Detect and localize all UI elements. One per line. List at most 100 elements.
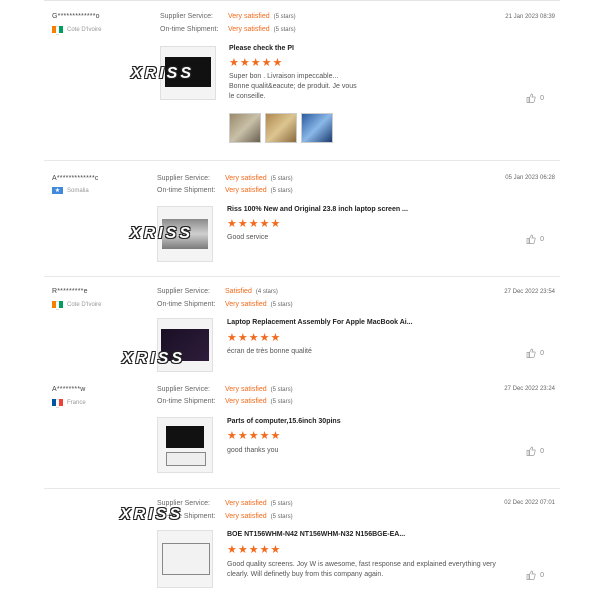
thumbs-up-icon — [526, 348, 536, 358]
supplier-service-rating: Supplier Service: Satisfied (4 stars) — [157, 288, 278, 295]
thumbs-up-icon — [526, 446, 536, 456]
rating-stars: ★★★★★ — [227, 544, 282, 556]
supplier-service-stars: (4 stars) — [255, 289, 278, 295]
supplier-service-label: Supplier Service: — [157, 175, 210, 182]
flag-icon: ★ — [52, 187, 63, 194]
thumbs-up-icon — [526, 93, 536, 103]
product-title[interactable]: BOE NT156WHM-N42 NT156WHM-N32 N156BGE-EA… — [227, 531, 405, 538]
supplier-service-label: Supplier Service: — [157, 288, 210, 295]
watermark: XRISS — [130, 225, 194, 242]
supplier-service-value: Very satisfied — [225, 386, 267, 393]
supplier-service-rating: Supplier Service: Very satisfied (5 stars) — [157, 386, 293, 393]
ontime-shipment-label: On-time Shipment: — [157, 187, 216, 194]
reviewer-name: A*************c — [52, 175, 99, 182]
supplier-service-stars: (5 stars) — [270, 501, 293, 507]
supplier-service-stars: (5 stars) — [270, 387, 293, 393]
ontime-shipment-stars: (5 stars) — [270, 399, 293, 405]
laptop-screen-image — [162, 543, 210, 575]
laptop-screen-back — [166, 452, 206, 466]
supplier-service-value: Very satisfied — [225, 500, 267, 507]
watermark: XRISS — [131, 65, 195, 82]
like-button[interactable]: 0 — [526, 348, 544, 358]
supplier-service-label: Supplier Service: — [157, 386, 210, 393]
ontime-shipment-stars: (5 stars) — [270, 188, 293, 194]
ontime-shipment-value: Very satisfied — [225, 513, 267, 520]
reviewer-country: France — [52, 399, 86, 408]
laptop-screen-image — [166, 426, 204, 448]
like-count: 0 — [540, 447, 544, 455]
ontime-shipment-stars: (5 stars) — [270, 302, 293, 308]
supplier-service-value: Very satisfied — [225, 175, 267, 182]
ontime-shipment-value: Very satisfied — [225, 301, 267, 308]
like-button[interactable]: 0 — [526, 234, 544, 244]
ontime-shipment-stars: (5 stars) — [270, 514, 293, 520]
country-name: Somalia — [67, 187, 89, 194]
ontime-shipment-label: On-time Shipment: — [157, 301, 216, 308]
product-image[interactable] — [157, 417, 213, 473]
watermark: XRISS — [120, 506, 184, 523]
ontime-shipment-value: Very satisfied — [225, 187, 267, 194]
rating-stars: ★★★★★ — [227, 332, 282, 344]
review-text: Super bon . Livraison impeccable... Bonn… — [229, 73, 357, 100]
country-name: Cote D'Ivoire — [67, 26, 102, 33]
thumbs-up-icon — [526, 234, 536, 244]
supplier-service-stars: (5 stars) — [273, 14, 296, 20]
review-text: Good quality screens. Joy W is awesome, … — [227, 561, 496, 578]
watermark: XRISS — [122, 350, 186, 367]
review-photo[interactable] — [301, 113, 333, 143]
country-name: France — [67, 399, 86, 406]
thumbs-up-icon — [526, 570, 536, 580]
like-button[interactable]: 0 — [526, 93, 544, 103]
flag-icon — [52, 399, 64, 408]
ontime-shipment-stars: (5 stars) — [273, 27, 296, 33]
flag-icon — [52, 301, 64, 310]
reviewer-name: G*************o — [52, 13, 100, 20]
ontime-shipment-rating: On-time Shipment: Very satisfied (5 stars) — [157, 187, 293, 194]
ontime-shipment-rating: On-time Shipment: Very satisfied (5 stars) — [157, 301, 293, 308]
product-image[interactable] — [157, 530, 213, 588]
ontime-shipment-value: Very satisfied — [228, 26, 270, 33]
rating-stars: ★★★★★ — [227, 430, 282, 442]
top-divider — [44, 0, 560, 1]
ontime-shipment-rating: On-time Shipment: Very satisfied (5 stars) — [157, 398, 293, 405]
review-divider — [44, 276, 560, 277]
supplier-service-rating: Supplier Service: Very satisfied (5 stars) — [160, 13, 296, 20]
country-name: Cote D'Ivoire — [67, 301, 102, 308]
supplier-service-label: Supplier Service: — [160, 13, 213, 20]
ontime-shipment-label: On-time Shipment: — [157, 398, 216, 405]
product-title[interactable]: Riss 100% New and Original 23.8 inch lap… — [227, 206, 408, 213]
supplier-service-value: Satisfied — [225, 288, 252, 295]
like-count: 0 — [540, 94, 544, 102]
rating-stars: ★★★★★ — [229, 57, 284, 69]
reviewer-country: Cote D'Ivoire — [52, 26, 102, 35]
reviewer-country: ★ Somalia — [52, 187, 89, 194]
ontime-shipment-label: On-time Shipment: — [160, 26, 219, 33]
supplier-service-value: Very satisfied — [228, 13, 270, 20]
like-count: 0 — [540, 571, 544, 579]
review-divider — [44, 160, 560, 161]
reviewer-name: A********w — [52, 386, 86, 393]
reviewer-country: Cote D'Ivoire — [52, 301, 102, 310]
like-button[interactable]: 0 — [526, 570, 544, 580]
reviewer-name: R*********e — [52, 288, 88, 295]
review-date: 02 Dec 2022 07:01 — [504, 500, 555, 506]
supplier-service-rating: Supplier Service: Very satisfied (5 stars) — [157, 175, 293, 182]
rating-stars: ★★★★★ — [227, 218, 282, 230]
review-date: 05 Jan 2023 06:28 — [505, 175, 555, 181]
like-button[interactable]: 0 — [526, 446, 544, 456]
review-photo[interactable] — [229, 113, 261, 143]
review-text: écran de très bonne qualité — [227, 348, 312, 355]
review-date: 21 Jan 2023 08:39 — [505, 14, 555, 20]
product-title[interactable]: Please check the PI — [229, 45, 294, 52]
review-photo[interactable] — [265, 113, 297, 143]
review-text: good thanks you — [227, 447, 279, 454]
product-title[interactable]: Parts of computer,15.6inch 30pins — [227, 418, 341, 425]
product-title[interactable]: Laptop Replacement Assembly For Apple Ma… — [227, 319, 413, 326]
ontime-shipment-value: Very satisfied — [225, 398, 267, 405]
review-date: 27 Dec 2022 23:54 — [504, 289, 555, 295]
review-text: Good service — [227, 234, 269, 241]
like-count: 0 — [540, 235, 544, 243]
supplier-service-stars: (5 stars) — [270, 176, 293, 182]
review-divider — [44, 488, 560, 489]
like-count: 0 — [540, 349, 544, 357]
